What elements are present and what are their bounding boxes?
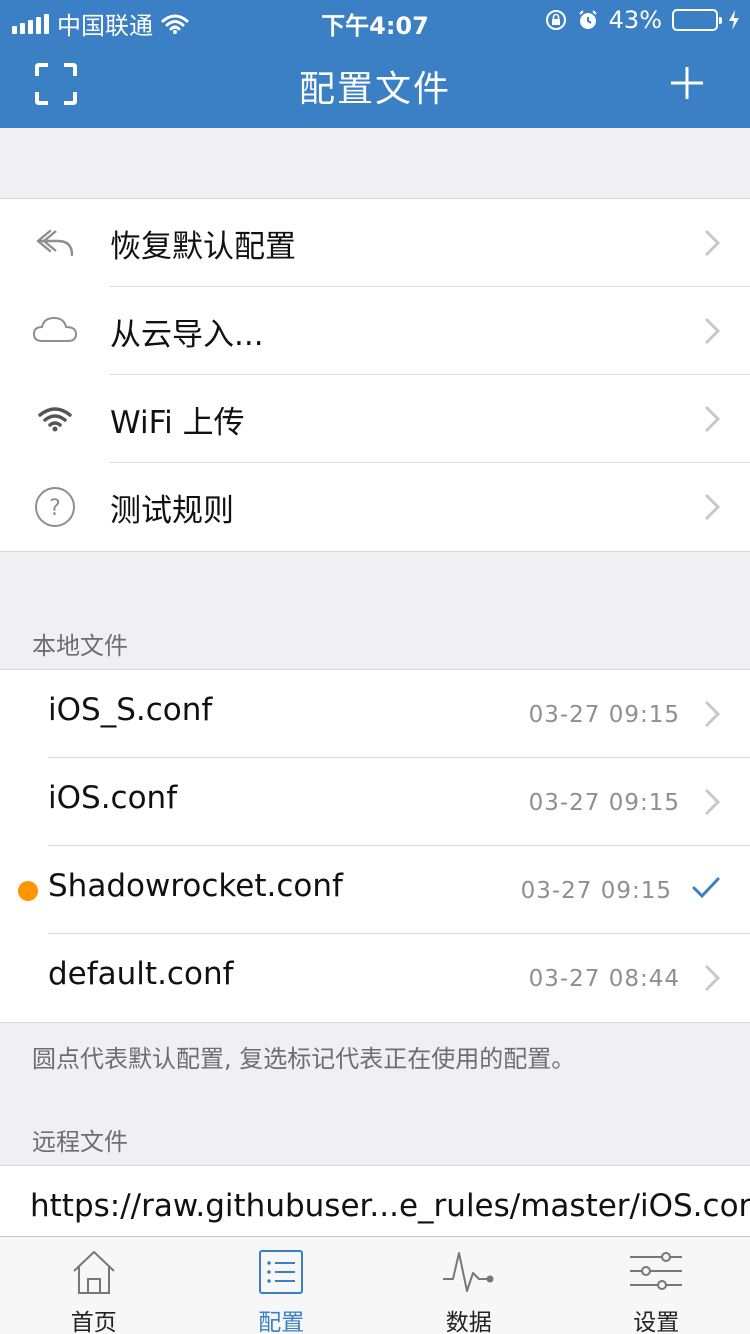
plus-icon[interactable]	[670, 66, 704, 100]
chevron-right-icon	[704, 964, 720, 992]
wifi-upload-label: WiFi 上传	[110, 405, 245, 441]
status-bar: 中国联通 下午4:07 43%	[0, 0, 750, 40]
nav-bar: 配置文件	[0, 40, 750, 128]
file-name: Shadowrocket.conf	[48, 868, 343, 904]
tab-data[interactable]: 数据	[375, 1237, 563, 1334]
import-from-cloud-label: 从云导入...	[110, 317, 264, 353]
alarm-icon	[578, 10, 597, 29]
wifi-icon	[38, 407, 72, 432]
battery-percent: 43%	[608, 6, 662, 34]
cloud-icon	[32, 316, 78, 342]
file-row[interactable]: iOS_S.conf 03-27 09:15	[0, 670, 750, 758]
question-icon: ?	[35, 487, 75, 527]
charging-icon	[729, 10, 739, 30]
tab-settings[interactable]: 设置	[563, 1237, 750, 1334]
chevron-right-icon	[704, 700, 720, 728]
restore-default-row[interactable]: 恢复默认配置	[0, 199, 750, 287]
local-files-header: 本地文件	[32, 632, 128, 660]
tab-bar: 首页 配置 数据 设置	[0, 1236, 750, 1334]
tab-label: 数据	[445, 1310, 492, 1334]
wifi-upload-row[interactable]: WiFi 上传	[0, 375, 750, 463]
import-from-cloud-row[interactable]: 从云导入...	[0, 287, 750, 375]
actions-group: 恢复默认配置 从云导入... WiFi 上传 ? 测试规则	[0, 198, 750, 552]
reply-icon	[36, 229, 74, 257]
chevron-right-icon	[704, 229, 720, 257]
tab-label: 设置	[633, 1310, 680, 1334]
file-name: iOS.conf	[48, 780, 178, 816]
file-time: 03-27 09:15	[520, 878, 672, 904]
page-title: 配置文件	[298, 69, 451, 110]
list-icon	[259, 1250, 304, 1294]
status-right: 43%	[545, 6, 740, 34]
file-name: default.conf	[48, 956, 234, 992]
battery-icon	[672, 9, 722, 31]
chevron-right-icon	[704, 317, 720, 345]
pulse-icon	[442, 1252, 494, 1292]
remote-file-url: https://raw.githubuser...e_rules/master/…	[30, 1188, 750, 1224]
file-row-selected[interactable]: Shadowrocket.conf 03-27 09:15	[0, 846, 750, 934]
local-files-footnote: 圆点代表默认配置, 复选标记代表正在使用的配置。	[32, 1045, 576, 1073]
file-time: 03-27 09:15	[528, 702, 680, 728]
file-row[interactable]: iOS.conf 03-27 09:15	[0, 758, 750, 846]
sliders-icon	[630, 1252, 683, 1290]
default-dot-icon	[18, 881, 38, 901]
tab-home[interactable]: 首页	[0, 1237, 188, 1334]
chevron-right-icon	[704, 788, 720, 816]
home-icon	[73, 1250, 115, 1294]
chevron-right-icon	[704, 405, 720, 433]
tab-label: 配置	[258, 1310, 305, 1334]
checkmark-icon	[692, 877, 720, 899]
remote-files-header: 远程文件	[32, 1128, 128, 1156]
file-name: iOS_S.conf	[48, 692, 213, 728]
tab-config[interactable]: 配置	[188, 1237, 376, 1334]
chevron-right-icon	[704, 493, 720, 521]
orientation-lock-icon	[545, 10, 566, 30]
tab-label: 首页	[70, 1310, 117, 1334]
restore-default-label: 恢复默认配置	[110, 229, 296, 265]
file-row[interactable]: default.conf 03-27 08:44	[0, 934, 750, 1022]
test-rules-label: 测试规则	[110, 493, 234, 529]
file-time: 03-27 09:15	[528, 790, 680, 816]
svg-text:?: ?	[49, 496, 61, 521]
file-time: 03-27 08:44	[528, 966, 680, 992]
local-files-group: iOS_S.conf 03-27 09:15 iOS.conf 03-27 09…	[0, 669, 750, 1023]
test-rules-row[interactable]: ? 测试规则	[0, 463, 750, 551]
